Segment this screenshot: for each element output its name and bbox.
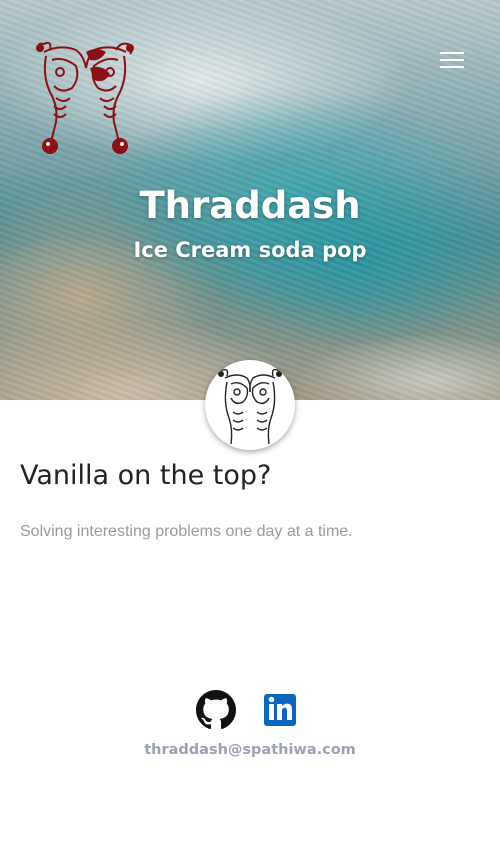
site-title: Thraddash: [139, 184, 361, 227]
menu-bar: [440, 66, 464, 68]
social-links: [196, 690, 306, 730]
menu-bar: [440, 52, 464, 54]
thraddash-logo-icon[interactable]: [30, 38, 140, 156]
email-link[interactable]: thraddash@spathiwa.com: [0, 742, 500, 758]
site-subtitle: Ice Cream soda pop: [133, 238, 367, 262]
menu-bar: [440, 59, 464, 61]
github-icon[interactable]: [196, 690, 236, 730]
hamburger-menu-icon[interactable]: [440, 50, 470, 72]
avatar[interactable]: [205, 360, 295, 450]
linkedin-icon[interactable]: [262, 690, 302, 730]
post-description: Solving interesting problems one day at …: [20, 523, 353, 540]
post-title[interactable]: Vanilla on the top?: [20, 460, 271, 491]
